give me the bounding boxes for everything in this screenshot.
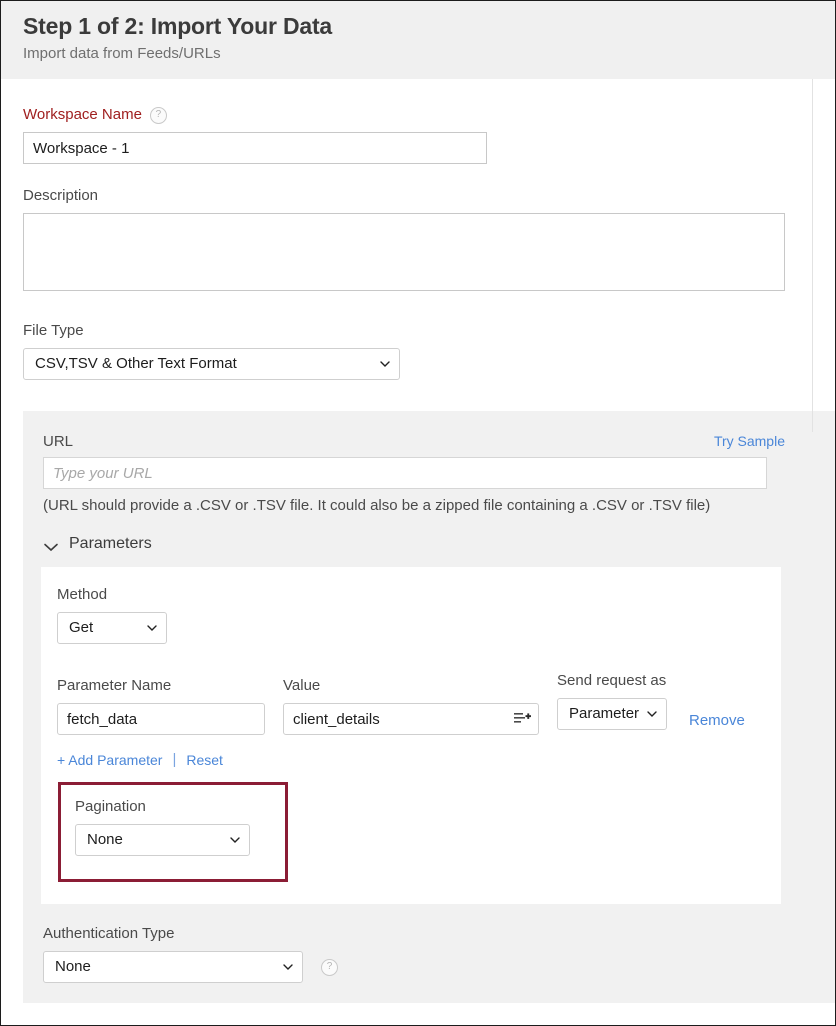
file-type-select-wrap[interactable]: CSV,TSV & Other Text Format (23, 348, 400, 380)
parameters-toggle[interactable]: Parameters (43, 535, 173, 553)
content-area: Workspace Name ? Description File Type C… (1, 79, 835, 1025)
page-header: Step 1 of 2: Import Your Data Import dat… (1, 1, 835, 79)
help-circle-icon[interactable]: ? (150, 107, 167, 124)
parameters-card-inner: Method Get Parameter Name Valu (41, 585, 781, 882)
parameters-card: Method Get Parameter Name Valu (41, 567, 781, 904)
authentication-type-label: Authentication Type (43, 924, 835, 944)
parameter-value-wrap (283, 703, 539, 735)
file-type-select[interactable]: CSV,TSV & Other Text Format (23, 348, 400, 380)
file-type-label: File Type (23, 321, 835, 341)
url-hint-text: (URL should provide a .CSV or .TSV file.… (43, 495, 773, 517)
import-data-wizard: Step 1 of 2: Import Your Data Import dat… (0, 0, 836, 1026)
pagination-select-wrap[interactable]: None (75, 824, 250, 856)
page-title: Step 1 of 2: Import Your Data (23, 11, 835, 41)
description-label: Description (23, 186, 835, 206)
description-textarea[interactable] (23, 213, 785, 291)
workspace-name-label: Workspace Name ? (23, 105, 835, 125)
pagination-select[interactable]: None (75, 824, 250, 856)
parameter-row: Parameter Name Value (57, 671, 781, 735)
add-parameter-link[interactable]: + Add Parameter (57, 752, 162, 768)
parameter-value-input[interactable] (283, 703, 539, 735)
authentication-row: None ? (43, 951, 835, 983)
authentication-section: Authentication Type None ? (43, 904, 835, 983)
authentication-type-select[interactable]: None (43, 951, 303, 983)
send-request-as-select[interactable]: Parameter (557, 698, 667, 730)
actions-separator: | (172, 751, 176, 768)
send-request-as-select-wrap[interactable]: Parameter (557, 698, 667, 730)
parameter-name-header: Parameter Name (57, 676, 265, 696)
method-select-wrap[interactable]: Get (57, 612, 167, 644)
help-circle-icon[interactable]: ? (321, 959, 338, 976)
method-label: Method (57, 585, 781, 605)
pagination-label: Pagination (75, 797, 285, 817)
parameter-value-col: Value (283, 676, 539, 735)
page-subtitle: Import data from Feeds/URLs (23, 43, 835, 65)
url-label: URL (43, 433, 73, 450)
parameter-name-col: Parameter Name (57, 676, 265, 735)
send-request-as-col: Send request as Parameter (557, 671, 667, 735)
url-header-row: URL Try Sample (43, 433, 785, 450)
method-select[interactable]: Get (57, 612, 167, 644)
workspace-name-label-text: Workspace Name (23, 105, 142, 125)
list-add-icon[interactable] (514, 711, 531, 727)
top-form-section: Workspace Name ? Description File Type C… (1, 79, 835, 385)
parameters-toggle-label: Parameters (69, 535, 152, 553)
authentication-select-wrap[interactable]: None (43, 951, 303, 983)
parameter-value-header: Value (283, 676, 539, 696)
panel-divider (812, 79, 813, 432)
send-request-as-header: Send request as (557, 671, 667, 691)
chevron-down-icon (43, 539, 59, 549)
workspace-name-input[interactable] (23, 132, 487, 164)
url-input[interactable] (43, 457, 767, 489)
parameter-name-input[interactable] (57, 703, 265, 735)
try-sample-link[interactable]: Try Sample (714, 433, 785, 449)
remove-parameter-link[interactable]: Remove (689, 712, 745, 735)
reset-link[interactable]: Reset (186, 752, 223, 768)
pagination-highlight-box: Pagination None (58, 782, 288, 882)
parameter-actions-row: + Add Parameter | Reset (57, 751, 781, 768)
url-parameters-region: URL Try Sample (URL should provide a .CS… (23, 411, 835, 1003)
